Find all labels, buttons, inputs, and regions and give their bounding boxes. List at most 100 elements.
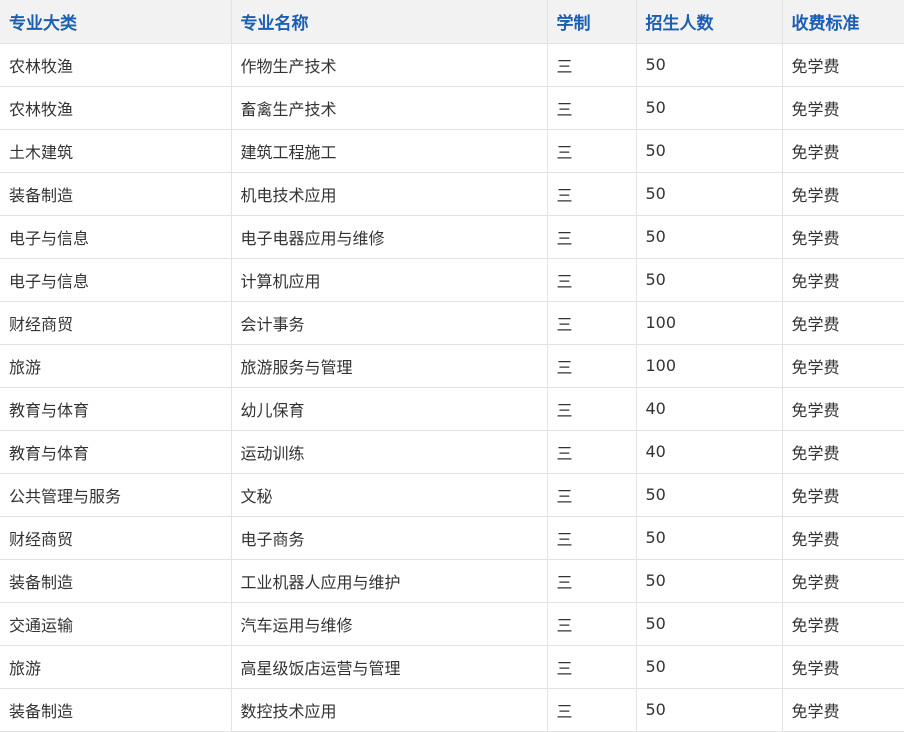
- cell-enrollment: 50: [635, 257, 783, 302]
- cell-major-name: 作物生产技术: [230, 42, 548, 87]
- cell-major-name: 计算机应用: [230, 257, 548, 302]
- cell-category: 交通运输: [0, 601, 232, 646]
- table-row: 装备制造 工业机器人应用与维护三 50 免学费: [0, 558, 904, 603]
- cell-enrollment: 40: [635, 429, 783, 474]
- table-row: 交通运输 汽车运用与维修三 50 免学费: [0, 601, 904, 646]
- cell-fee: 免学费: [781, 42, 904, 87]
- table-row: 电子与信息 计算机应用三 50 免学费: [0, 257, 904, 302]
- cell-duration: 三: [546, 214, 637, 259]
- header-row: 专业大类 专业名称 学制 招生人数 收费标准: [0, 0, 904, 44]
- cell-major-name: 电子电器应用与维修: [230, 214, 548, 259]
- cell-duration: 三: [546, 601, 637, 646]
- cell-enrollment: 50: [635, 85, 783, 130]
- cell-duration: 三: [546, 128, 637, 173]
- cell-duration: 三: [546, 85, 637, 130]
- cell-duration: 三: [546, 558, 637, 603]
- cell-enrollment: 50: [635, 128, 783, 173]
- cell-enrollment: 100: [635, 343, 783, 388]
- table-row: 土木建筑 建筑工程施工三 50 免学费: [0, 128, 904, 173]
- cell-enrollment: 50: [635, 171, 783, 216]
- table-row: 公共管理与服务 文秘三 50 免学费: [0, 472, 904, 517]
- table-row: 装备制造 数控技术应用三 50 免学费: [0, 687, 904, 732]
- table-row: 财经商贸 会计事务三 100 免学费: [0, 300, 904, 345]
- cell-duration: 三: [546, 300, 637, 345]
- header-fee: 收费标准: [781, 0, 904, 44]
- cell-enrollment: 50: [635, 42, 783, 87]
- cell-duration: 三: [546, 429, 637, 474]
- table-row: 装备制造 机电技术应用三 50 免学费: [0, 171, 904, 216]
- cell-major-name: 文秘: [230, 472, 548, 517]
- cell-enrollment: 40: [635, 386, 783, 431]
- cell-major-name: 运动训练: [230, 429, 548, 474]
- cell-major-name: 会计事务: [230, 300, 548, 345]
- cell-fee: 免学费: [781, 171, 904, 216]
- table-row: 旅游 旅游服务与管理三 100 免学费: [0, 343, 904, 388]
- cell-enrollment: 100: [635, 300, 783, 345]
- cell-duration: 三: [546, 515, 637, 560]
- cell-category: 电子与信息: [0, 214, 232, 259]
- cell-major-name: 数控技术应用: [230, 687, 548, 732]
- cell-category: 装备制造: [0, 687, 232, 732]
- cell-major-name: 幼儿保育: [230, 386, 548, 431]
- header-duration: 学制: [546, 0, 637, 44]
- cell-category: 装备制造: [0, 171, 232, 216]
- cell-fee: 免学费: [781, 300, 904, 345]
- cell-category: 电子与信息: [0, 257, 232, 302]
- cell-category: 财经商贸: [0, 515, 232, 560]
- cell-fee: 免学费: [781, 214, 904, 259]
- cell-fee: 免学费: [781, 687, 904, 732]
- cell-fee: 免学费: [781, 429, 904, 474]
- table-row: 教育与体育 运动训练三 40 免学费: [0, 429, 904, 474]
- cell-fee: 免学费: [781, 644, 904, 689]
- table-header: 专业大类 专业名称 学制 招生人数 收费标准: [0, 0, 904, 44]
- header-major-name: 专业名称: [230, 0, 548, 44]
- cell-category: 旅游: [0, 343, 232, 388]
- cell-major-name: 电子商务: [230, 515, 548, 560]
- cell-enrollment: 50: [635, 214, 783, 259]
- cell-category: 土木建筑: [0, 128, 232, 173]
- table-row: 教育与体育 幼儿保育三 40 免学费: [0, 386, 904, 431]
- cell-fee: 免学费: [781, 257, 904, 302]
- cell-enrollment: 50: [635, 687, 783, 732]
- cell-category: 教育与体育: [0, 429, 232, 474]
- cell-fee: 免学费: [781, 558, 904, 603]
- cell-duration: 三: [546, 343, 637, 388]
- cell-duration: 三: [546, 42, 637, 87]
- cell-major-name: 高星级饭店运营与管理: [230, 644, 548, 689]
- cell-fee: 免学费: [781, 85, 904, 130]
- cell-category: 旅游: [0, 644, 232, 689]
- cell-category: 装备制造: [0, 558, 232, 603]
- cell-duration: 三: [546, 257, 637, 302]
- header-category: 专业大类: [0, 0, 232, 44]
- cell-enrollment: 50: [635, 515, 783, 560]
- table-row: 财经商贸 电子商务三 50 免学费: [0, 515, 904, 560]
- cell-major-name: 旅游服务与管理: [230, 343, 548, 388]
- cell-major-name: 工业机器人应用与维护: [230, 558, 548, 603]
- cell-category: 农林牧渔: [0, 42, 232, 87]
- enrollment-table: 专业大类 专业名称 学制 招生人数 收费标准 农林牧渔 作物生产技术三 50 免学费农…: [0, 0, 904, 732]
- table-body: 农林牧渔 作物生产技术三 50 免学费 农林牧渔 畜禽生产技术三 50 免学费 土木建筑 建筑工程…: [0, 42, 904, 732]
- cell-enrollment: 50: [635, 472, 783, 517]
- cell-fee: 免学费: [781, 472, 904, 517]
- cell-duration: 三: [546, 171, 637, 216]
- cell-major-name: 畜禽生产技术: [230, 85, 548, 130]
- cell-duration: 三: [546, 386, 637, 431]
- cell-major-name: 汽车运用与维修: [230, 601, 548, 646]
- cell-enrollment: 50: [635, 558, 783, 603]
- cell-duration: 三: [546, 687, 637, 732]
- cell-major-name: 机电技术应用: [230, 171, 548, 216]
- cell-fee: 免学费: [781, 343, 904, 388]
- cell-fee: 免学费: [781, 128, 904, 173]
- cell-category: 农林牧渔: [0, 85, 232, 130]
- cell-category: 教育与体育: [0, 386, 232, 431]
- cell-fee: 免学费: [781, 515, 904, 560]
- cell-category: 公共管理与服务: [0, 472, 232, 517]
- cell-duration: 三: [546, 472, 637, 517]
- table-row: 农林牧渔 作物生产技术三 50 免学费: [0, 42, 904, 87]
- cell-major-name: 建筑工程施工: [230, 128, 548, 173]
- cell-enrollment: 50: [635, 644, 783, 689]
- cell-duration: 三: [546, 644, 637, 689]
- cell-fee: 免学费: [781, 601, 904, 646]
- table-row: 农林牧渔 畜禽生产技术三 50 免学费: [0, 85, 904, 130]
- header-enrollment: 招生人数: [635, 0, 783, 44]
